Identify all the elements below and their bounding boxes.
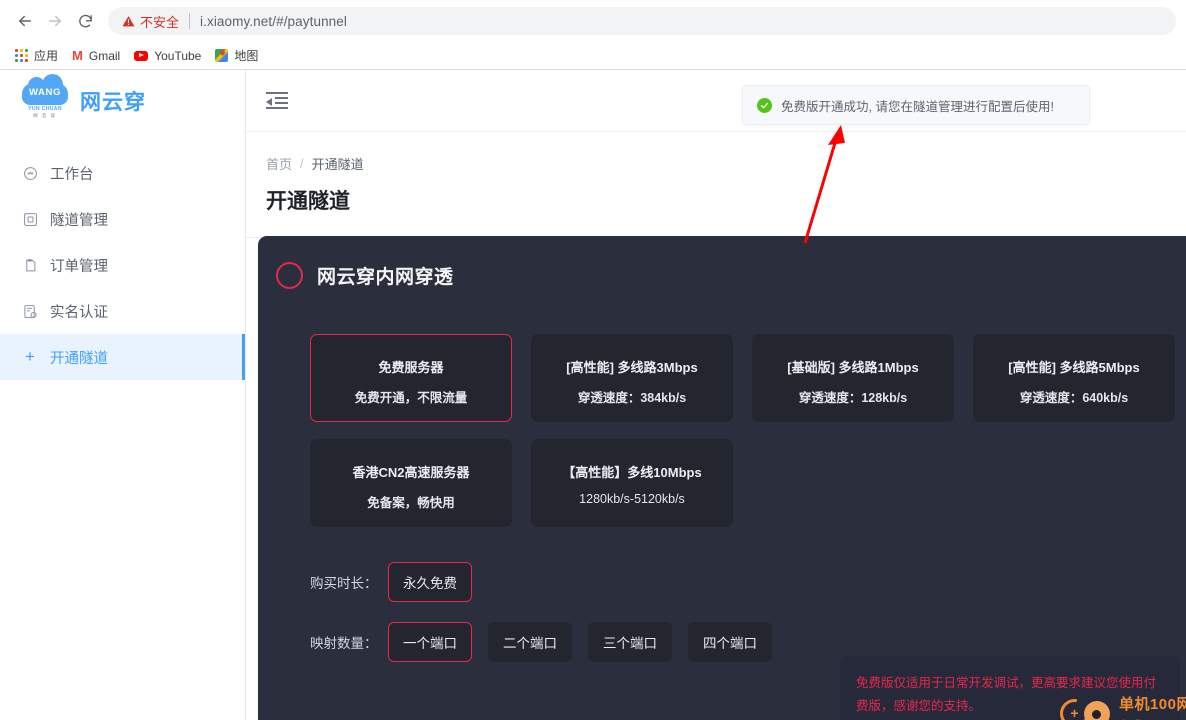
tunnel-purchase-panel: 网云穿内网穿透 免费服务器 免费开通，不限流量 [高性能] 多线路3Mbps 穿… [258, 236, 1186, 720]
logo-sub-en: YUN CHUAN [28, 106, 62, 112]
browser-chrome: 不安全 i.xiaomy.net/#/paytunnel 应用 M Gmail … [0, 0, 1186, 70]
sidebar-item-tunnel-management[interactable]: 隧道管理 [0, 196, 245, 242]
mapping-option-3-ports[interactable]: 三个端口 [588, 622, 672, 662]
product-card-subtitle: 免费开通，不限流量 [354, 391, 468, 405]
product-card-subtitle: 穿透速度：640kb/s [1019, 391, 1129, 405]
sidebar-menu: 工作台 隧道管理 订单管理 实名认证 + 开通隧道 [0, 150, 245, 380]
sidebar: WANG YUN CHUAN 网 云 穿 网云穿 工作台 隧道管理 订单管理 实… [0, 70, 246, 720]
bookmark-label: Gmail [88, 48, 121, 63]
dashboard-icon [22, 165, 38, 181]
panel-header: 网云穿内网穿透 [258, 236, 1186, 289]
page-viewport: WANG YUN CHUAN 网 云 穿 网云穿 工作台 隧道管理 订单管理 实… [0, 70, 1186, 720]
notice-text: 免费版仅适用于日常开发调试，更高要求建议您使用付费版，感谢您的支持。 [856, 676, 1157, 714]
product-card-10mbps[interactable]: 【高性能】多线10Mbps 1280kb/s-5120kb/s [531, 439, 733, 527]
duration-row: 购买时长： 永久免费 [310, 562, 1186, 602]
id-verify-icon [22, 303, 38, 319]
product-card-5mbps[interactable]: [高性能] 多线路5Mbps 穿透速度：640kb/s [973, 334, 1175, 422]
bookmark-label: 应用 [34, 49, 59, 63]
bookmark-label: YouTube [154, 48, 202, 63]
browser-nav-bar: 不安全 i.xiaomy.net/#/paytunnel [0, 0, 1186, 42]
product-card-row: 免费服务器 免费开通，不限流量 [高性能] 多线路3Mbps 穿透速度：384k… [310, 334, 1186, 422]
product-card-subtitle: 免备案，畅快用 [367, 496, 455, 510]
product-card-title: [基础版] 多线路1Mbps [787, 360, 919, 375]
sidebar-item-label: 开通隧道 [50, 350, 108, 367]
collapse-menu-icon[interactable] [266, 91, 288, 110]
duration-label: 购买时长： [310, 576, 378, 591]
security-label: 不安全 [140, 14, 180, 30]
bookmarks-bar: 应用 M Gmail YouTube 地图 [0, 42, 1186, 69]
product-card-hk-cn2[interactable]: 香港CN2高速服务器 免备案，畅快用 [310, 439, 512, 527]
logo-sub-cn: 网 云 穿 [33, 113, 57, 118]
product-card-title: 香港CN2高速服务器 [352, 465, 470, 480]
apps-grid-icon [15, 49, 28, 62]
reload-icon[interactable] [70, 6, 100, 36]
success-toast: 免费版开通成功, 请您在隧道管理进行配置后使用! [742, 85, 1090, 125]
purchase-form: 购买时长： 永久免费 映射数量： 一个端口 二个端口 三个端口 四个端口 [258, 544, 1186, 662]
tunnel-icon [22, 211, 38, 227]
insecure-warning-icon [122, 15, 135, 28]
bookmark-apps[interactable]: 应用 [8, 45, 65, 67]
product-card-row: 香港CN2高速服务器 免备案，畅快用 【高性能】多线10Mbps 1280kb/… [310, 439, 1186, 527]
brand-logo[interactable]: WANG YUN CHUAN 网 云 穿 网云穿 [0, 70, 245, 132]
bookmark-youtube[interactable]: YouTube [127, 45, 208, 67]
content-topbar: 免费版开通成功, 请您在隧道管理进行配置后使用! [246, 70, 1186, 132]
sidebar-item-label: 实名认证 [50, 304, 108, 321]
sidebar-item-open-tunnel[interactable]: + 开通隧道 [0, 334, 245, 380]
omnibox-divider [189, 13, 191, 29]
address-bar[interactable]: 不安全 i.xiaomy.net/#/paytunnel [108, 7, 1176, 35]
product-card-title: [高性能] 多线路5Mbps [1008, 360, 1140, 375]
mapping-option-4-ports[interactable]: 四个端口 [688, 622, 772, 662]
toast-message: 免费版开通成功, 请您在隧道管理进行配置后使用! [781, 99, 1054, 114]
mapping-option-2-ports[interactable]: 二个端口 [488, 622, 572, 662]
mapping-label: 映射数量： [310, 636, 378, 651]
bookmark-maps[interactable]: 地图 [208, 45, 265, 67]
sidebar-item-label: 隧道管理 [50, 212, 108, 229]
breadcrumb-separator: / [300, 156, 304, 171]
breadcrumb-home[interactable]: 首页 [266, 154, 292, 173]
sidebar-item-label: 订单管理 [50, 258, 108, 275]
product-card-subtitle: 穿透速度：128kb/s [798, 391, 908, 405]
forward-arrow-icon[interactable] [40, 6, 70, 36]
duration-option-forever-free[interactable]: 永久免费 [388, 562, 472, 602]
product-card-grid: 免费服务器 免费开通，不限流量 [高性能] 多线路3Mbps 穿透速度：384k… [258, 289, 1186, 527]
panel-title: 网云穿内网穿透 [317, 267, 454, 288]
order-icon [22, 257, 38, 273]
bookmark-label: 地图 [234, 49, 259, 63]
breadcrumb-current: 开通隧道 [311, 157, 364, 172]
youtube-icon [134, 50, 149, 61]
brand-wordmark: 网云穿 [80, 91, 146, 114]
product-card-title: 免费服务器 [378, 360, 444, 375]
plus-icon: + [25, 347, 35, 366]
product-card-free-server[interactable]: 免费服务器 免费开通，不限流量 [310, 334, 512, 422]
free-plan-notice: 免费版仅适用于日常开发调试，更高要求建议您使用付费版，感谢您的支持。 [840, 656, 1180, 720]
product-card-title: 【高性能】多线10Mbps [562, 465, 702, 480]
page-title: 开通隧道 [266, 190, 350, 213]
main-content: 免费版开通成功, 请您在隧道管理进行配置后使用! 首页 / 开通隧道 开通隧道 … [246, 70, 1186, 720]
mapping-option-1-port[interactable]: 一个端口 [388, 622, 472, 662]
bookmark-gmail[interactable]: M Gmail [65, 45, 127, 67]
gmail-icon: M [72, 48, 83, 63]
back-arrow-icon[interactable] [10, 6, 40, 36]
logo-mark-text: WANG [29, 87, 61, 98]
google-maps-icon [215, 49, 229, 62]
breadcrumb: 首页 / 开通隧道 [246, 132, 1186, 173]
product-card-title: [高性能] 多线路3Mbps [566, 360, 698, 375]
success-check-icon [757, 97, 772, 113]
product-card-1mbps[interactable]: [基础版] 多线路1Mbps 穿透速度：128kb/s [752, 334, 954, 422]
sidebar-item-workbench[interactable]: 工作台 [0, 150, 245, 196]
sidebar-item-order-management[interactable]: 订单管理 [0, 242, 245, 288]
cloud-logo-icon: WANG YUN CHUAN 网 云 穿 [22, 74, 68, 121]
sidebar-item-realname-verify[interactable]: 实名认证 [0, 288, 245, 334]
circle-outline-icon [276, 262, 303, 289]
sidebar-item-label: 工作台 [50, 166, 94, 183]
product-card-subtitle: 1280kb/s-5120kb/s [579, 492, 685, 506]
product-card-3mbps[interactable]: [高性能] 多线路3Mbps 穿透速度：384kb/s [531, 334, 733, 422]
url-text: i.xiaomy.net/#/paytunnel [200, 13, 347, 29]
product-card-subtitle: 穿透速度：384kb/s [577, 391, 687, 405]
